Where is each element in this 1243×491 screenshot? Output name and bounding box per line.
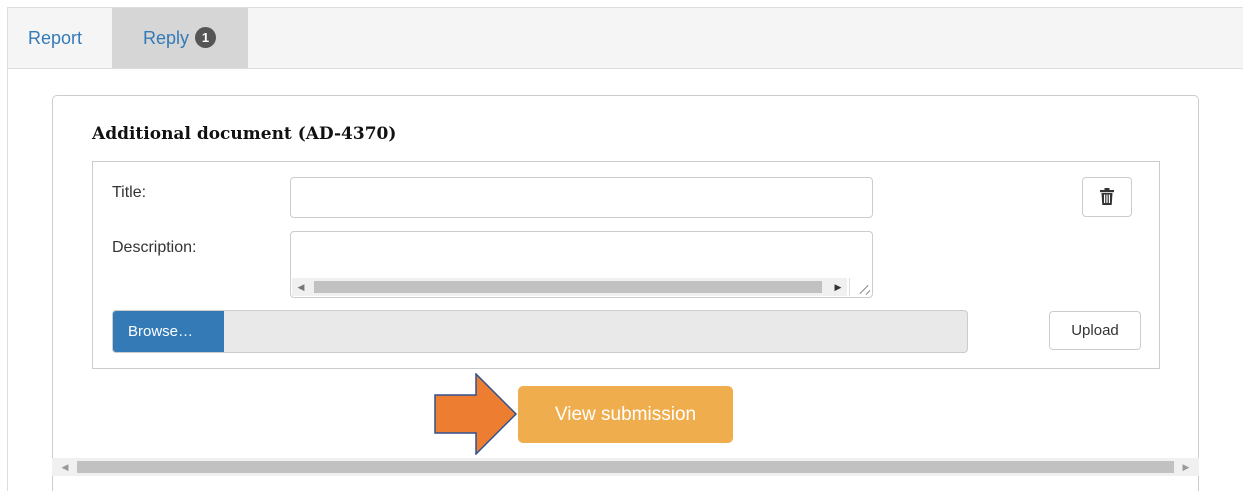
horizontal-scrollbar[interactable]: ◀ ▶: [52, 458, 1199, 476]
arrow-right-icon: [434, 373, 518, 455]
resize-handle[interactable]: [849, 278, 871, 296]
description-label: Description:: [112, 239, 197, 256]
scroll-left-icon[interactable]: ◀: [56, 458, 74, 476]
tab-bar: Report Reply 1: [7, 7, 1243, 69]
scrollbar-thumb[interactable]: [77, 461, 1174, 473]
tab-report-label: Report: [28, 28, 83, 48]
delete-button[interactable]: [1082, 177, 1132, 217]
scroll-right-icon[interactable]: ▶: [829, 278, 847, 296]
reply-count-badge: 1: [195, 27, 217, 48]
scroll-right-icon[interactable]: ▶: [1177, 458, 1195, 476]
document-heading: Additional document (AD-4370): [92, 124, 397, 144]
trash-icon: [1100, 188, 1114, 205]
description-scrollbar[interactable]: ◀ ▶: [292, 278, 847, 296]
scrollbar-thumb[interactable]: [314, 281, 822, 293]
tab-reply[interactable]: Reply 1: [112, 8, 248, 68]
file-input-group[interactable]: Browse…: [112, 310, 968, 353]
title-label: Title:: [112, 184, 147, 201]
description-textarea[interactable]: ◀ ▶: [290, 231, 873, 298]
scroll-left-icon[interactable]: ◀: [292, 278, 310, 296]
tab-report[interactable]: Report: [10, 8, 100, 68]
content-border: [7, 69, 8, 491]
tab-reply-label: Reply: [143, 28, 190, 48]
view-submission-button[interactable]: View submission: [518, 386, 733, 443]
title-input[interactable]: [290, 177, 873, 218]
browse-button[interactable]: Browse…: [113, 311, 224, 352]
upload-button[interactable]: Upload: [1049, 311, 1141, 350]
